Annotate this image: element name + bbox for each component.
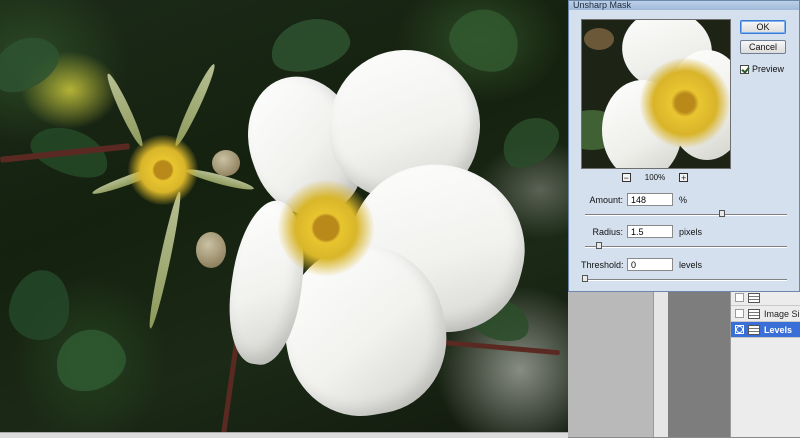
slider-track: [585, 246, 787, 248]
zoom-level: 100%: [644, 172, 666, 182]
flower-bud: [196, 232, 226, 268]
eye-icon[interactable]: [735, 325, 744, 334]
threshold-input[interactable]: [627, 258, 673, 271]
levels-adjustment-icon: [748, 324, 760, 335]
layer-row[interactable]: Image Si: [731, 306, 800, 322]
layer-row-selected[interactable]: Levels: [731, 322, 800, 338]
radius-row: Radius: pixels: [581, 225, 702, 238]
vertical-scrollbar[interactable]: [653, 290, 668, 437]
threshold-label: Threshold:: [581, 259, 624, 270]
radius-input[interactable]: [627, 225, 673, 238]
leaf: [264, 10, 356, 80]
filter-preview[interactable]: [581, 19, 731, 169]
layer-thumbnail-icon: [748, 308, 760, 319]
sepal: [145, 190, 185, 330]
amount-input[interactable]: [627, 193, 673, 206]
slider-thumb[interactable]: [596, 242, 603, 249]
sepal: [103, 71, 147, 149]
leaf: [0, 25, 68, 103]
stamens: [640, 58, 730, 148]
layer-name: Image Si: [764, 308, 800, 319]
preview-checkbox[interactable]: [740, 64, 749, 74]
stamens: [128, 135, 198, 205]
layer-row[interactable]: [731, 290, 800, 306]
canvas-status-bar: [0, 432, 568, 438]
stem: [440, 339, 560, 356]
leaf: [492, 106, 568, 178]
visibility-toggle[interactable]: [735, 309, 744, 318]
sepal: [171, 62, 219, 148]
slider-track: [585, 214, 787, 216]
preview-checkbox-row[interactable]: Preview: [740, 64, 784, 74]
threshold-unit: levels: [679, 259, 703, 270]
amount-label: Amount:: [589, 194, 623, 205]
amount-unit: %: [679, 194, 688, 205]
amount-slider[interactable]: [585, 210, 787, 218]
zoom-in-button[interactable]: +: [679, 172, 689, 182]
flower-bud: [212, 150, 240, 176]
radius-unit: pixels: [679, 226, 703, 237]
dialog-title[interactable]: Unsharp Mask: [569, 1, 799, 10]
radius-slider[interactable]: [585, 242, 787, 250]
radius-label: Radius:: [592, 226, 623, 237]
leaf: [4, 265, 76, 345]
stamens: [278, 180, 374, 276]
slider-thumb[interactable]: [582, 275, 588, 282]
visibility-toggle[interactable]: [735, 293, 744, 302]
cancel-button[interactable]: Cancel: [740, 40, 786, 54]
preview-label: Preview: [752, 64, 785, 74]
threshold-slider[interactable]: [582, 275, 787, 283]
layers-panel: Image Si Levels: [730, 290, 800, 437]
ok-button[interactable]: OK: [740, 20, 786, 34]
slider-track: [585, 279, 787, 281]
leaf: [584, 28, 614, 50]
layer-name: Levels: [764, 324, 793, 335]
panel-gutter: [668, 290, 730, 437]
image-canvas[interactable]: [0, 0, 568, 432]
unsharp-mask-dialog: Unsharp Mask − 100% + OK Cancel Preview …: [568, 0, 800, 292]
amount-row: Amount: %: [581, 193, 687, 206]
threshold-row: Threshold: levels: [581, 258, 702, 271]
layer-thumbnail-icon: [748, 292, 760, 303]
zoom-controls: − 100% +: [581, 171, 729, 183]
zoom-out-button[interactable]: −: [621, 172, 631, 182]
slider-thumb[interactable]: [719, 210, 726, 217]
